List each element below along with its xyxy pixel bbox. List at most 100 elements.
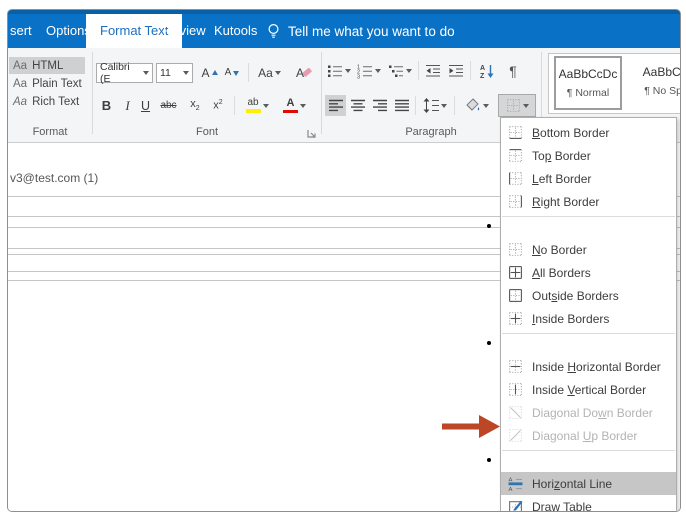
decrease-indent-button[interactable] <box>422 60 443 82</box>
menu-item-label: Inside Borders <box>532 312 609 326</box>
align-center-button[interactable] <box>348 95 368 116</box>
increase-indent-button[interactable] <box>445 60 466 82</box>
tab-kutools[interactable]: Kutools <box>214 14 257 48</box>
inside-borders-icon <box>508 311 523 326</box>
menu-item-label: Diagonal Up Border <box>532 429 637 443</box>
top-border-icon <box>508 148 523 163</box>
menu-item-inside-borders[interactable]: Inside Borders <box>501 307 676 330</box>
subscript-glyph: x2 <box>190 98 199 112</box>
up-caret-icon <box>212 70 218 76</box>
align-left-icon <box>329 99 343 112</box>
change-case-letters: Aa <box>258 66 273 80</box>
menu-item-left-border[interactable]: Left Border <box>501 167 676 190</box>
no-border-icon <box>508 242 523 257</box>
decrease-indent-icon <box>425 63 441 79</box>
change-case-button[interactable]: Aa <box>254 62 285 83</box>
tab-options[interactable]: Options <box>46 14 91 48</box>
ribbon-tab-bar: sert Options Format Text Review Kutools … <box>8 10 680 48</box>
menu-item-no-border[interactable]: No Border <box>501 238 676 261</box>
chevron-down-icon <box>375 69 381 73</box>
format-html-label: HTML <box>32 60 63 72</box>
menu-item-diagonal-down-border[interactable]: Diagonal Down Border <box>501 401 676 424</box>
small-separator <box>454 96 455 115</box>
underline-letter: U <box>141 99 150 113</box>
menu-item-outside-borders[interactable]: Outside Borders <box>501 284 676 307</box>
shading-button[interactable] <box>458 95 494 116</box>
format-rich-text-button[interactable]: Aa Rich Text <box>9 93 85 110</box>
format-html-button[interactable]: Aa HTML <box>9 57 85 74</box>
format-group-label: Format <box>8 126 92 138</box>
menu-item-inside-vertical-border[interactable]: Inside Vertical Border <box>501 378 676 401</box>
svg-text:A: A <box>509 487 513 491</box>
menu-item-bottom-border[interactable]: Bottom Border <box>501 121 676 144</box>
clear-formatting-button[interactable]: A <box>292 62 314 83</box>
horizontal-line-icon: A A <box>508 476 523 491</box>
group-separator <box>321 52 322 134</box>
menu-item-label: Horizontal Line <box>532 477 612 491</box>
tellme-box[interactable]: Tell me what you want to do <box>266 14 455 48</box>
chevron-down-icon <box>441 104 447 108</box>
all-borders-icon <box>508 265 523 280</box>
format-rich-label: Rich Text <box>32 96 79 108</box>
chevron-down-icon <box>523 104 529 108</box>
italic-letter: I <box>125 98 129 114</box>
aa-icon: Aa <box>13 96 27 108</box>
menu-item-all-borders[interactable]: All Borders <box>501 261 676 284</box>
lightbulb-icon <box>266 23 281 40</box>
shrink-font-button[interactable]: A <box>222 62 242 83</box>
tab-insert-partial[interactable]: sert <box>10 14 32 48</box>
shrink-font-letter: A <box>225 67 232 78</box>
sort-icon: A Z <box>479 63 495 79</box>
subscript-button[interactable]: x2 <box>185 95 205 116</box>
draw-table-icon <box>508 499 523 512</box>
style-no-spacing[interactable]: AaBbCcl ¶ No Spa <box>626 56 681 110</box>
show-paragraph-marks-button[interactable]: ¶ <box>504 60 522 82</box>
borders-button[interactable] <box>498 94 536 117</box>
line-spacing-button[interactable] <box>419 95 450 116</box>
format-plain-text-button[interactable]: Aa Plain Text <box>9 75 85 92</box>
menu-item-label: Diagonal Down Border <box>532 406 653 420</box>
outlook-window: sert Options Format Text Review Kutools … <box>7 9 681 512</box>
italic-button[interactable]: I <box>120 95 135 116</box>
bottom-border-icon <box>508 125 523 140</box>
menu-separator <box>502 216 675 235</box>
font-dialog-launcher[interactable] <box>306 128 318 140</box>
style-sample: AaBbCcl <box>626 65 681 79</box>
sort-z: Z <box>480 73 485 79</box>
align-left-button[interactable] <box>325 95 346 116</box>
align-right-button[interactable] <box>370 95 390 116</box>
menu-item-label: All Borders <box>532 266 591 280</box>
bold-letter: B <box>102 98 111 113</box>
menu-item-top-border[interactable]: Top Border <box>501 144 676 167</box>
font-name-value: Calibri (E <box>100 61 143 85</box>
menu-item-horizontal-line[interactable]: A A Horizontal Line <box>501 472 676 495</box>
multilevel-list-button[interactable] <box>385 60 415 82</box>
menu-item-label: Draw Table <box>532 500 592 513</box>
sort-button[interactable]: A Z <box>475 60 499 82</box>
tab-review[interactable]: Review <box>163 14 206 48</box>
superscript-button[interactable]: x2 <box>208 95 228 116</box>
font-name-combo[interactable]: Calibri (E <box>96 63 153 83</box>
align-right-icon <box>373 99 387 112</box>
down-caret-icon <box>233 70 239 76</box>
font-color-button[interactable]: A <box>279 95 310 116</box>
superscript-glyph: x2 <box>213 99 222 112</box>
menu-item-draw-table[interactable]: Draw Table <box>501 495 676 512</box>
menu-item-right-border[interactable]: Right Border <box>501 190 676 213</box>
menu-item-diagonal-up-border[interactable]: Diagonal Up Border <box>501 424 676 447</box>
account-line: v3@test.com (1) <box>10 171 98 185</box>
style-normal[interactable]: AaBbCcDc ¶ Normal <box>554 56 622 110</box>
chevron-down-icon <box>406 69 412 73</box>
justify-button[interactable] <box>392 95 412 116</box>
font-size-combo[interactable]: 11 <box>156 63 193 83</box>
styles-gallery: AaBbCcDc ¶ Normal AaBbCcl ¶ No Spa <box>548 53 681 114</box>
bullets-button[interactable] <box>325 60 353 82</box>
font-color-icon: A <box>283 98 298 114</box>
underline-button[interactable]: U <box>137 95 154 116</box>
strikethrough-button[interactable]: abc <box>157 95 180 116</box>
numbering-button[interactable]: 1 2 3 <box>355 60 383 82</box>
bold-button[interactable]: B <box>98 95 115 116</box>
grow-font-button[interactable]: A <box>199 62 220 83</box>
text-highlight-button[interactable]: ab <box>239 95 275 116</box>
menu-item-inside-horizontal-border[interactable]: Inside Horizontal Border <box>501 355 676 378</box>
